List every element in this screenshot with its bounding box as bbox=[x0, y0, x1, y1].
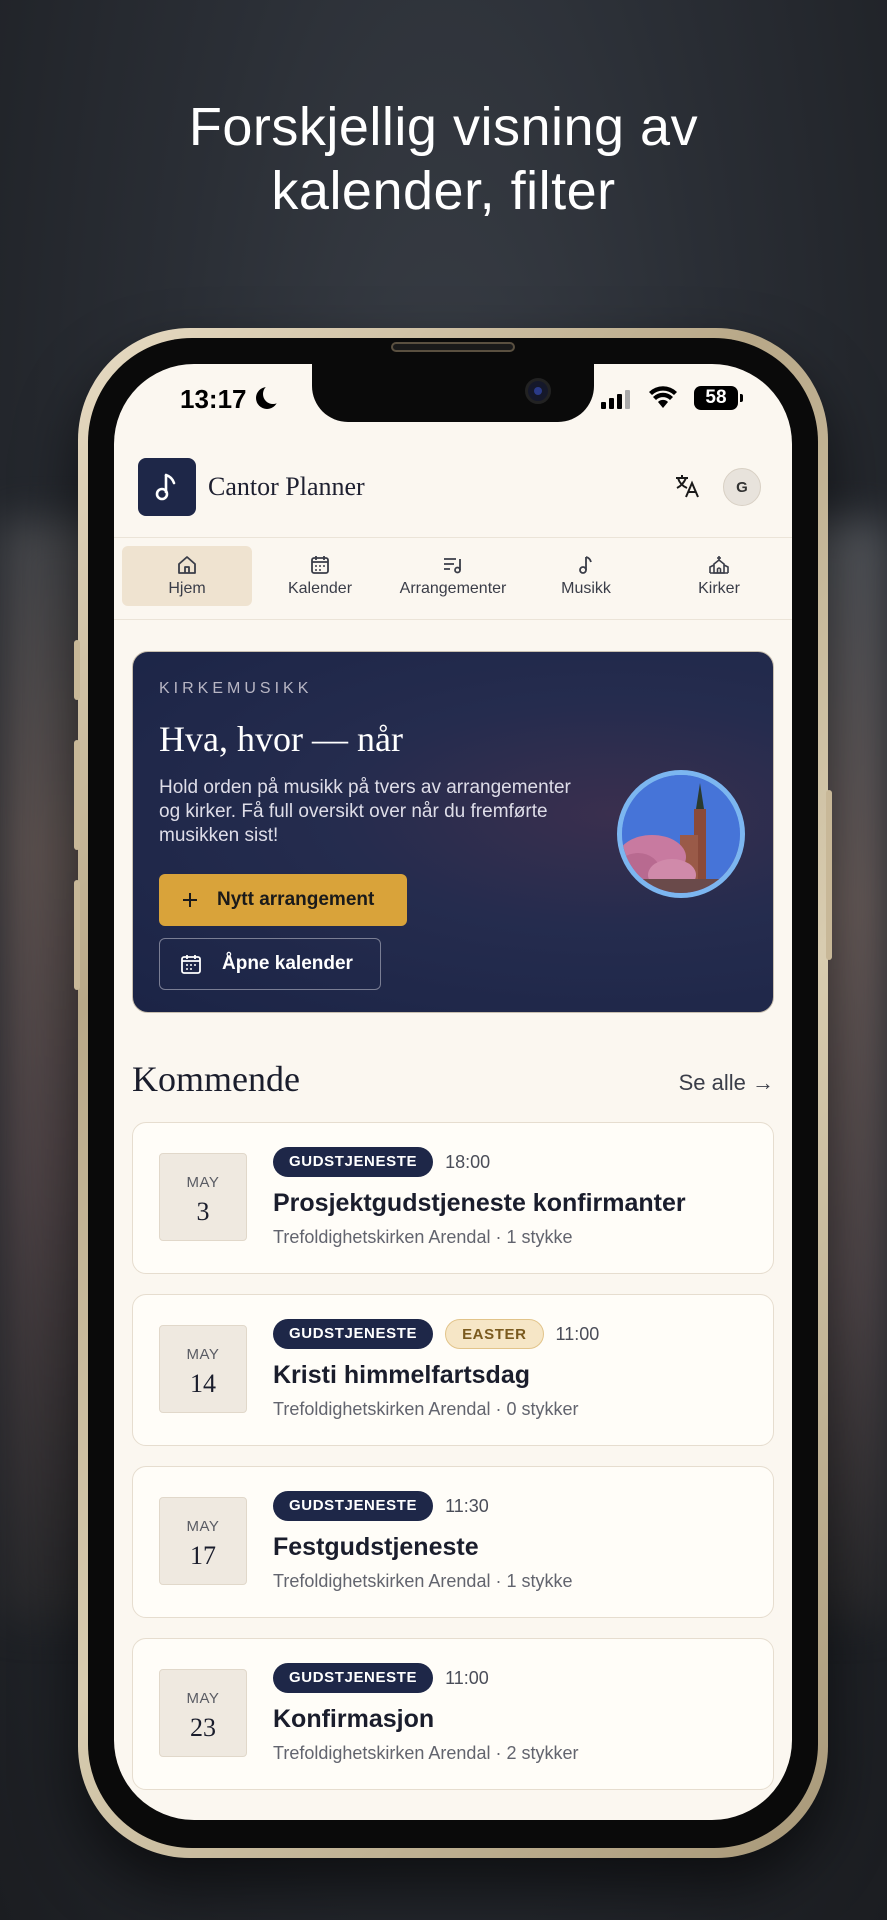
main-nav: Hjem Kalender Arrangementer Musikk Kirke… bbox=[114, 538, 792, 620]
event-subtitle: Trefoldighetskirken Arendal · 1 stykke bbox=[273, 1227, 573, 1247]
battery-icon: 58 bbox=[694, 386, 743, 410]
date-month: MAY bbox=[186, 1174, 220, 1191]
see-all-link[interactable]: Se alle → bbox=[679, 1070, 774, 1096]
hero-card: KIRKEMUSIKK Hva, hvor — når Hold orden p… bbox=[132, 651, 774, 1013]
event-time: 11:00 bbox=[555, 1323, 600, 1344]
event-subtitle: Trefoldighetskirken Arendal · 1 stykke bbox=[273, 1571, 573, 1591]
tab-kalender-label: Kalender bbox=[287, 580, 353, 597]
app-title: Cantor Planner bbox=[208, 472, 365, 501]
phone-volume-up bbox=[74, 740, 80, 850]
category-badge: GUDSTJENESTE bbox=[273, 1147, 434, 1177]
date-month: MAY bbox=[186, 1346, 220, 1363]
status-time: 13:17 bbox=[180, 384, 247, 414]
new-event-label: Nytt arrangement bbox=[217, 889, 375, 910]
plus-icon bbox=[183, 893, 197, 907]
date-box: MAY 3 bbox=[159, 1153, 247, 1241]
event-card[interactable]: MAY 17 GUDSTJENESTE 11:30 Festgudstjenes… bbox=[132, 1466, 774, 1618]
category-badge: GUDSTJENESTE bbox=[273, 1663, 434, 1693]
event-subtitle: Trefoldighetskirken Arendal · 2 stykker bbox=[273, 1743, 579, 1763]
event-title: Konfirmasjon bbox=[273, 1705, 435, 1733]
music-note-icon bbox=[579, 556, 592, 574]
music-note-logo-icon bbox=[155, 473, 176, 501]
date-month: MAY bbox=[186, 1690, 220, 1707]
event-title: Prosjektgudstjeneste konfirmanter bbox=[273, 1189, 686, 1217]
tab-kirker-label: Kirker bbox=[698, 580, 740, 597]
tab-hjem-label: Hjem bbox=[168, 580, 206, 597]
tab-kirker[interactable]: Kirker bbox=[654, 546, 784, 606]
cellular-signal-icon bbox=[601, 389, 630, 409]
new-event-button[interactable]: Nytt arrangement bbox=[159, 874, 407, 926]
event-time: 11:30 bbox=[445, 1495, 489, 1516]
home-icon bbox=[178, 556, 196, 574]
tab-kalender[interactable]: Kalender bbox=[255, 546, 385, 606]
hero-description: Hold orden på musikk på tvers av arrange… bbox=[159, 777, 571, 846]
app-header: Cantor Planner G bbox=[114, 452, 792, 538]
camera-icon bbox=[525, 378, 551, 404]
event-subtitle: Trefoldighetskirken Arendal · 0 stykker bbox=[273, 1399, 579, 1419]
tab-musikk-label: Musikk bbox=[561, 580, 611, 597]
date-day: 23 bbox=[190, 1713, 216, 1742]
event-card[interactable]: MAY 14 GUDSTJENESTE EASTER 11:00 Kristi … bbox=[132, 1294, 774, 1446]
easter-badge: EASTER bbox=[445, 1319, 544, 1349]
phone-side-button bbox=[74, 640, 80, 700]
tab-arrangementer-label: Arrangementer bbox=[399, 580, 507, 597]
church-icon bbox=[709, 556, 729, 574]
event-card[interactable]: MAY 23 GUDSTJENESTE 11:00 Konfirmasjon T… bbox=[132, 1638, 774, 1790]
phone-power-button bbox=[826, 790, 832, 960]
date-month: MAY bbox=[186, 1518, 220, 1535]
category-badge: GUDSTJENESTE bbox=[273, 1319, 434, 1349]
headline-line-2: kalender, filter bbox=[271, 161, 616, 221]
battery-level: 58 bbox=[705, 387, 727, 408]
hero-eyebrow: KIRKEMUSIKK bbox=[159, 680, 313, 697]
list-music-icon bbox=[444, 558, 461, 574]
church-photo bbox=[617, 770, 745, 898]
phone-screen: 13:17 58 Cantor Planner G Hjem Kalender … bbox=[114, 364, 792, 1820]
phone-notch bbox=[312, 364, 594, 422]
date-box: MAY 17 bbox=[159, 1497, 247, 1585]
badge-row: GUDSTJENESTE EASTER 11:00 bbox=[273, 1319, 599, 1349]
event-card[interactable]: MAY 3 GUDSTJENESTE 18:00 Prosjektgudstje… bbox=[132, 1122, 774, 1274]
phone-speaker bbox=[391, 342, 515, 352]
avatar[interactable]: G bbox=[723, 468, 761, 506]
app-logo[interactable] bbox=[138, 458, 196, 516]
event-time: 11:00 bbox=[445, 1667, 489, 1688]
open-calendar-button[interactable]: Åpne kalender bbox=[159, 938, 381, 990]
badge-row: GUDSTJENESTE 11:00 bbox=[273, 1663, 489, 1693]
badge-row: GUDSTJENESTE 18:00 bbox=[273, 1147, 490, 1177]
translate-icon[interactable] bbox=[669, 468, 705, 504]
upcoming-title: Kommende bbox=[132, 1059, 300, 1099]
tab-arrangementer[interactable]: Arrangementer bbox=[388, 546, 518, 606]
hero-title: Hva, hvor — når bbox=[159, 719, 403, 759]
moon-icon bbox=[256, 384, 283, 409]
headline-line-1: Forskjellig visning av bbox=[188, 97, 699, 157]
tab-hjem[interactable]: Hjem bbox=[122, 546, 252, 606]
date-day: 3 bbox=[196, 1197, 210, 1226]
calendar-icon bbox=[181, 955, 201, 974]
date-day: 17 bbox=[190, 1541, 216, 1570]
open-calendar-label: Åpne kalender bbox=[222, 953, 353, 974]
tab-musikk[interactable]: Musikk bbox=[521, 546, 651, 606]
promo-headline: Forskjellig visning av kalender, filter bbox=[0, 95, 887, 223]
wifi-icon bbox=[649, 386, 677, 408]
badge-row: GUDSTJENESTE 11:30 bbox=[273, 1491, 489, 1521]
event-time: 18:00 bbox=[445, 1151, 491, 1172]
date-box: MAY 23 bbox=[159, 1669, 247, 1757]
phone-volume-down bbox=[74, 880, 80, 990]
event-title: Festgudstjeneste bbox=[273, 1533, 479, 1561]
calendar-icon bbox=[311, 556, 329, 574]
date-day: 14 bbox=[190, 1369, 216, 1398]
date-box: MAY 14 bbox=[159, 1325, 247, 1413]
category-badge: GUDSTJENESTE bbox=[273, 1491, 434, 1521]
event-title: Kristi himmelfartsdag bbox=[273, 1361, 531, 1389]
